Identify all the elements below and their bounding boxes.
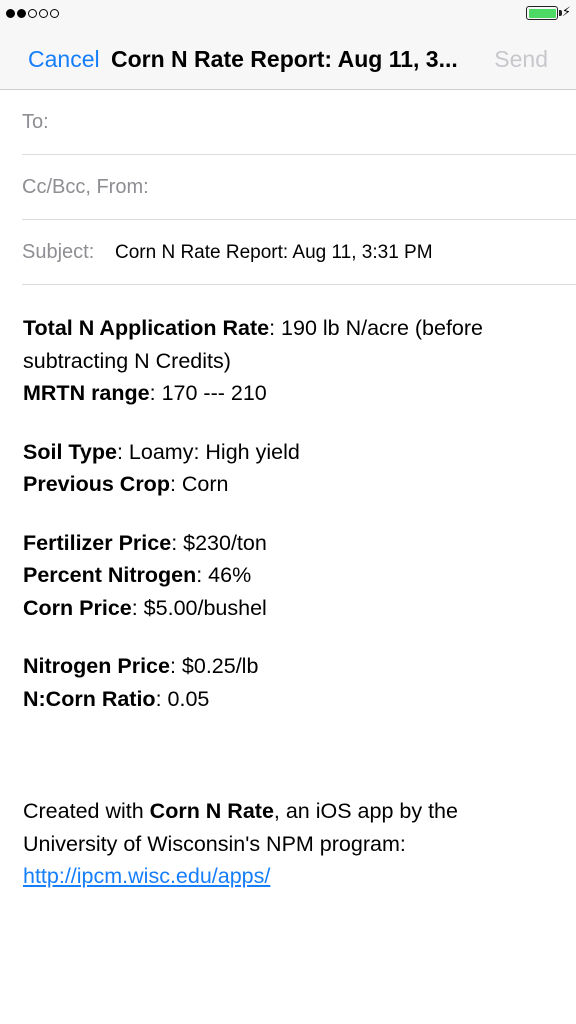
soil-line: Soil Type: Loamy: High yield (23, 436, 553, 469)
battery-icon (526, 6, 562, 20)
fert-price-label: Fertilizer Price (23, 530, 172, 555)
credits-section: Created with Corn N Rate, an iOS app by … (23, 795, 553, 893)
total-n-line: Total N Application Rate: 190 lb N/acre … (23, 312, 553, 377)
ratio-section: Nitrogen Price: $0.25/lb N:Corn Ratio: 0… (23, 650, 553, 715)
compose-email-screen: ⚡ Cancel Corn N Rate Report: Aug 11, 3..… (0, 0, 576, 1024)
charging-bolt-icon: ⚡ (561, 4, 571, 19)
send-button[interactable]: Send (494, 46, 548, 73)
mrtn-value: : 170 --- 210 (149, 381, 267, 405)
corn-price-line: Corn Price: $5.00/bushel (23, 592, 553, 625)
signal-dots-icon (6, 9, 59, 18)
price-section: Fertilizer Price: $230/ton Percent Nitro… (23, 527, 553, 625)
mrtn-label: MRTN range (23, 381, 150, 405)
apps-link[interactable]: http://ipcm.wisc.edu/apps/ (23, 864, 270, 888)
soil-value: : Loamy: High yield (116, 439, 300, 464)
corn-price-value: : $5.00/bushel (131, 595, 267, 620)
subject-input[interactable]: Corn N Rate Report: Aug 11, 3:31 PM (115, 242, 433, 264)
ratio-value: : 0.05 (155, 686, 210, 711)
crop-value: : Corn (169, 472, 229, 496)
status-bar: ⚡ (0, 0, 576, 26)
ratio-label: N:Corn Ratio (23, 686, 156, 711)
fert-price-value: : $230/ton (171, 530, 267, 555)
crop-line: Previous Crop: Corn (23, 468, 553, 501)
n-price-line: Nitrogen Price: $0.25/lb (23, 650, 553, 683)
cc-bcc-field[interactable]: Cc/Bcc, From: (22, 155, 576, 220)
mrtn-line: MRTN range: 170 --- 210 (23, 377, 553, 410)
soil-section: Soil Type: Loamy: High yield Previous Cr… (23, 436, 553, 501)
fert-price-line: Fertilizer Price: $230/ton (23, 527, 553, 560)
rate-section: Total N Application Rate: 190 lb N/acre … (23, 312, 553, 410)
percent-n-label: Percent Nitrogen (23, 563, 197, 587)
percent-n-line: Percent Nitrogen: 46% (23, 559, 553, 592)
created-prefix: Created with (23, 799, 150, 823)
total-n-label: Total N Application Rate (23, 316, 270, 340)
ratio-line: N:Corn Ratio: 0.05 (23, 683, 553, 716)
subject-label: Subject: (22, 241, 95, 263)
app-name: Corn N Rate (149, 799, 274, 823)
cancel-button[interactable]: Cancel (28, 46, 100, 73)
page-title: Corn N Rate Report: Aug 11, 3... (111, 46, 458, 72)
to-label: To: (22, 111, 49, 133)
corn-price-label: Corn Price (23, 595, 132, 620)
nav-bar: Cancel Corn N Rate Report: Aug 11, 3... … (0, 26, 576, 90)
to-input[interactable] (58, 108, 548, 138)
cc-bcc-label: Cc/Bcc, From: (22, 176, 149, 198)
soil-label: Soil Type (23, 439, 117, 464)
subject-field[interactable]: Subject: Corn N Rate Report: Aug 11, 3:3… (22, 220, 576, 285)
crop-label: Previous Crop (23, 472, 170, 496)
n-price-label: Nitrogen Price (23, 654, 170, 678)
cc-bcc-input[interactable] (162, 173, 552, 203)
message-body[interactable]: Total N Application Rate: 190 lb N/acre … (23, 312, 553, 919)
to-field[interactable]: To: (22, 90, 576, 155)
n-price-value: : $0.25/lb (169, 654, 259, 678)
percent-n-value: : 46% (196, 563, 252, 587)
